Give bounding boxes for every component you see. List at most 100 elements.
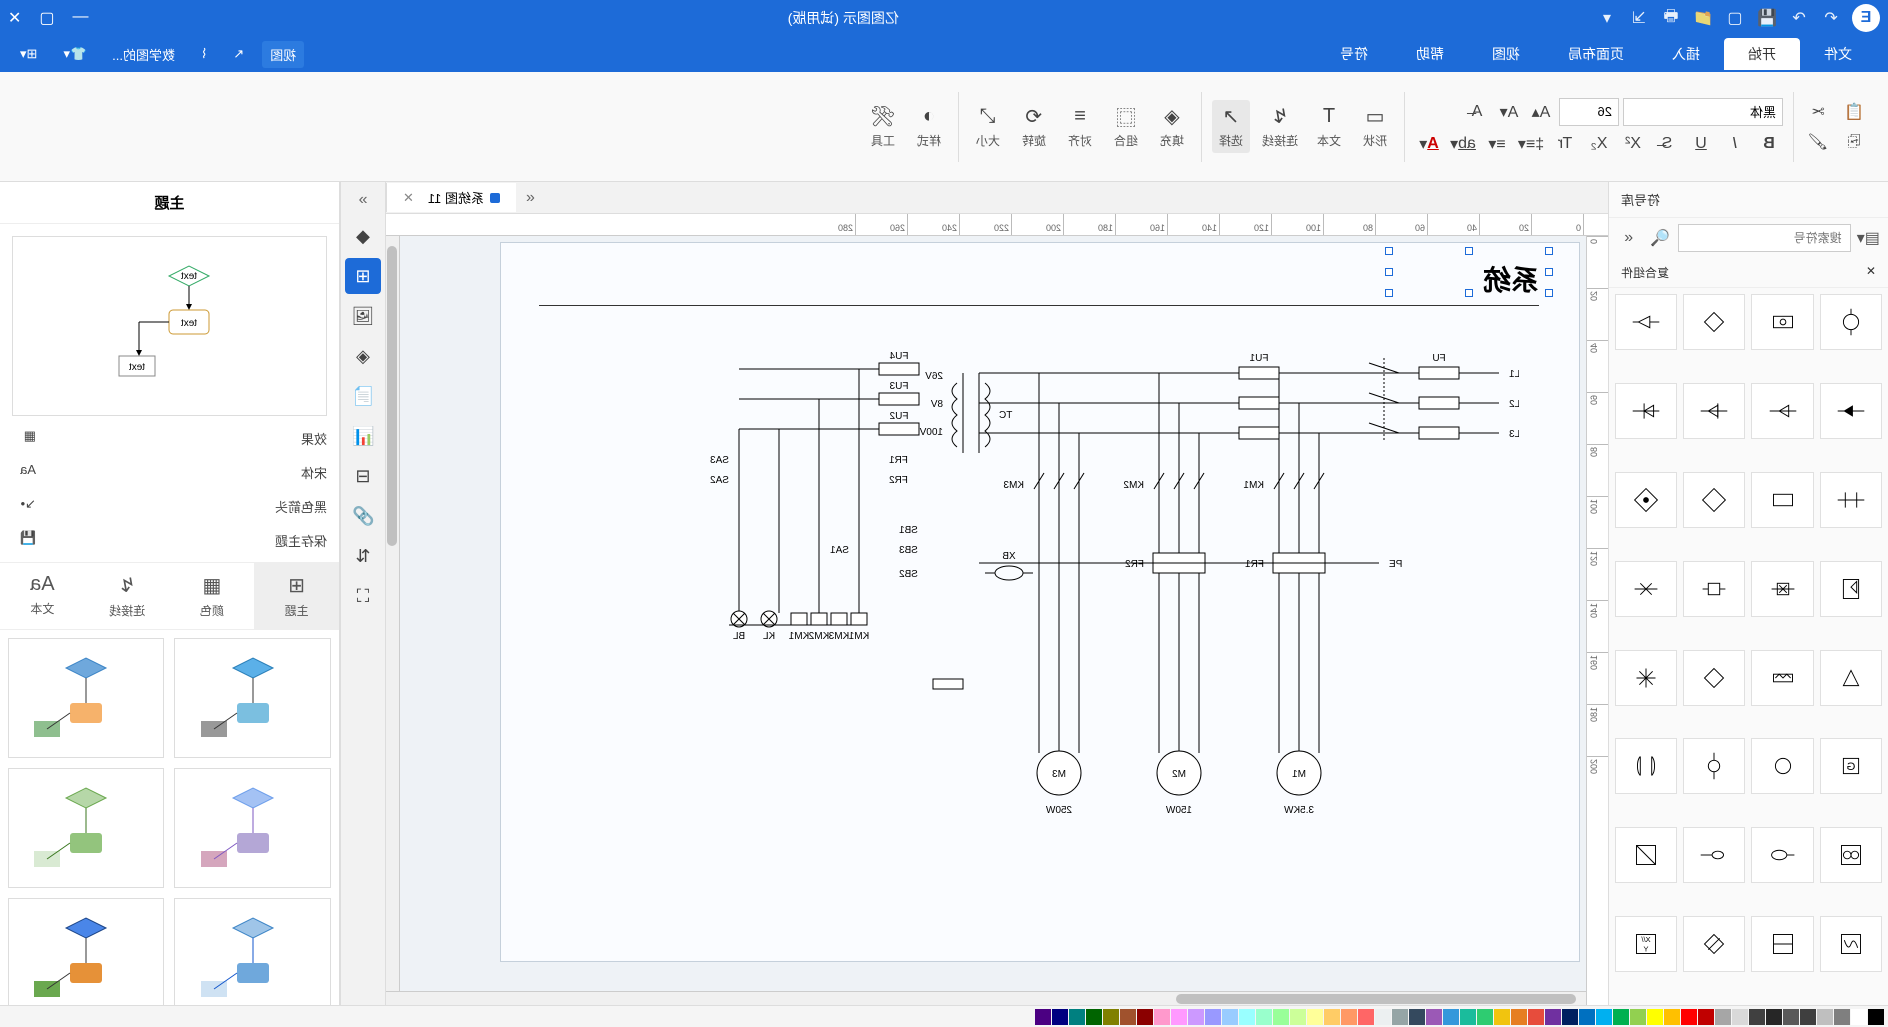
color-swatch[interactable]: [1834, 1009, 1850, 1025]
grid-menu-icon[interactable]: ⊞▾: [12, 42, 45, 66]
clear-format-icon[interactable]: A̶: [1463, 100, 1491, 124]
font-icon[interactable]: Aa: [12, 462, 36, 482]
shape-tool[interactable]: ▭形状: [1356, 100, 1394, 153]
open-icon[interactable]: 📁: [1694, 9, 1712, 27]
color-swatch[interactable]: [1120, 1009, 1136, 1025]
color-swatch[interactable]: [1137, 1009, 1153, 1025]
rp-tab-color[interactable]: ▦颜色: [170, 563, 255, 629]
text-case-icon[interactable]: Tr: [1551, 132, 1579, 156]
menu-view[interactable]: 视图: [1468, 38, 1544, 70]
superscript-icon[interactable]: X²: [1619, 132, 1647, 156]
select-tool[interactable]: ↗选择: [1212, 100, 1250, 153]
bold-icon[interactable]: B: [1755, 132, 1783, 156]
maximize-button[interactable]: ▢: [39, 8, 54, 28]
color-swatch[interactable]: [1528, 1009, 1544, 1025]
color-swatch[interactable]: [1256, 1009, 1272, 1025]
symbol-item[interactable]: [1752, 472, 1814, 528]
color-swatch[interactable]: [1069, 1009, 1085, 1025]
color-swatch[interactable]: [1732, 1009, 1748, 1025]
color-swatch[interactable]: [1494, 1009, 1510, 1025]
font-color-icon[interactable]: A▾: [1415, 132, 1443, 156]
pointer-tool-icon[interactable]: ↖: [225, 42, 252, 66]
paste-icon[interactable]: 📋: [1840, 100, 1868, 124]
color-swatch[interactable]: [1647, 1009, 1663, 1025]
close-window-button[interactable]: ✕: [8, 8, 21, 28]
save-icon[interactable]: 💾: [1758, 9, 1776, 27]
side-arrange-icon[interactable]: ⇅: [345, 538, 381, 574]
strike-icon[interactable]: S̶: [1653, 132, 1681, 156]
symbol-item[interactable]: X//Y: [1615, 916, 1677, 972]
canvas-scrollbar-vertical[interactable]: [386, 236, 400, 991]
menu-insert[interactable]: 插入: [1648, 38, 1724, 70]
color-swatch[interactable]: [1800, 1009, 1816, 1025]
color-swatch[interactable]: [1409, 1009, 1425, 1025]
font-decrease-icon[interactable]: A▾: [1495, 100, 1523, 124]
symbol-item[interactable]: [1615, 650, 1677, 706]
color-swatch[interactable]: [1307, 1009, 1323, 1025]
copy-icon[interactable]: ⎘: [1840, 130, 1868, 154]
side-fullscreen-icon[interactable]: ⛶: [345, 578, 381, 614]
symbol-item[interactable]: [1683, 472, 1745, 528]
color-swatch[interactable]: [1579, 1009, 1595, 1025]
document-tab[interactable]: 系统图 11 ✕: [386, 183, 516, 212]
color-swatch[interactable]: [1868, 1009, 1884, 1025]
symbol-item[interactable]: [1752, 916, 1814, 972]
symbol-item[interactable]: [1683, 294, 1745, 350]
color-swatch[interactable]: [1035, 1009, 1051, 1025]
bullets-icon[interactable]: ≡▾: [1483, 132, 1511, 156]
color-swatch[interactable]: [1324, 1009, 1340, 1025]
menu-symbol[interactable]: 符号: [1316, 38, 1392, 70]
symbol-item[interactable]: [1820, 294, 1882, 350]
color-swatch[interactable]: [1273, 1009, 1289, 1025]
rp-tab-theme[interactable]: ⊞主题: [254, 563, 339, 629]
symbol-item[interactable]: [1752, 827, 1814, 883]
underline-icon[interactable]: U: [1687, 132, 1715, 156]
highlight-icon[interactable]: ab▾: [1449, 132, 1477, 156]
text-tool[interactable]: T文本: [1310, 100, 1348, 153]
rp-tab-text[interactable]: Aa文本: [0, 563, 85, 629]
color-swatch[interactable]: [1766, 1009, 1782, 1025]
menu-page-layout[interactable]: 页面布局: [1544, 38, 1648, 70]
symbol-item[interactable]: [1820, 650, 1882, 706]
color-swatch[interactable]: [1749, 1009, 1765, 1025]
tab-close-icon[interactable]: ✕: [403, 190, 414, 206]
undo-icon[interactable]: ↶: [1822, 9, 1840, 27]
canvas-scrollbar-horizontal[interactable]: [386, 991, 1586, 1005]
color-swatch[interactable]: [1715, 1009, 1731, 1025]
line-spacing-icon[interactable]: ‡≡▾: [1517, 132, 1545, 156]
side-fill-icon[interactable]: ◆: [345, 218, 381, 254]
library-menu-icon[interactable]: ▤▾: [1855, 224, 1882, 252]
rp-tab-connector[interactable]: ↯连接线: [85, 563, 170, 629]
symbol-item[interactable]: [1683, 650, 1745, 706]
theme-thumb[interactable]: [8, 898, 165, 1005]
drawing-canvas[interactable]: 系统 L1 L2 L3 FU: [500, 242, 1580, 962]
color-swatch[interactable]: [1290, 1009, 1306, 1025]
color-swatch[interactable]: [1460, 1009, 1476, 1025]
symbol-item[interactable]: [1820, 561, 1882, 617]
side-theme-icon[interactable]: ⊞: [345, 258, 381, 294]
color-swatch[interactable]: [1443, 1009, 1459, 1025]
connector-tool-icon[interactable]: ⌇: [193, 42, 215, 66]
symbol-item[interactable]: [1752, 738, 1814, 794]
rotate-tool[interactable]: ⟲旋转: [1015, 100, 1053, 153]
style-tool[interactable]: ◑样式: [910, 100, 948, 153]
symbol-item[interactable]: [1683, 827, 1745, 883]
save-theme-icon[interactable]: 💾: [12, 530, 36, 550]
theme-thumb[interactable]: [175, 898, 332, 1005]
color-swatch[interactable]: [1154, 1009, 1170, 1025]
color-swatch[interactable]: [1545, 1009, 1561, 1025]
color-swatch[interactable]: [1052, 1009, 1068, 1025]
effect-icon[interactable]: ▦: [12, 428, 36, 448]
symbol-item[interactable]: G: [1820, 738, 1882, 794]
color-swatch[interactable]: [1171, 1009, 1187, 1025]
italic-icon[interactable]: I: [1721, 132, 1749, 156]
color-swatch[interactable]: [1477, 1009, 1493, 1025]
theme-thumb[interactable]: [8, 638, 165, 758]
symbol-item[interactable]: [1820, 827, 1882, 883]
symbol-item[interactable]: [1615, 827, 1677, 883]
side-link-icon[interactable]: 🔗: [345, 498, 381, 534]
symbol-item[interactable]: [1820, 916, 1882, 972]
schematic-diagram[interactable]: L1 L2 L3 FU FU1: [559, 333, 1519, 853]
align-tool[interactable]: ≡对齐: [1061, 100, 1099, 153]
symbol-search-input[interactable]: [1678, 224, 1851, 252]
